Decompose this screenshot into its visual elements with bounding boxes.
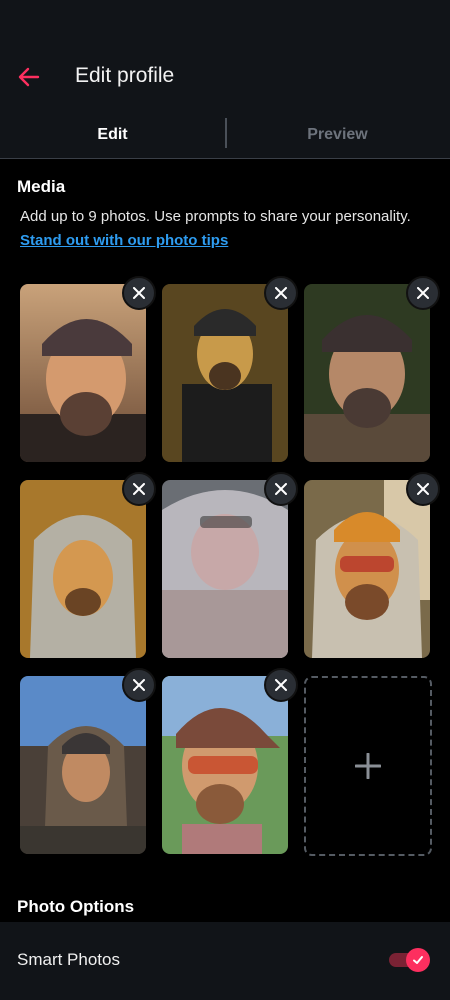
remove-photo-button-8[interactable] (264, 668, 298, 702)
checkmark-icon (413, 956, 423, 964)
close-icon (417, 483, 429, 495)
plus-icon (355, 753, 381, 779)
smart-photos-label: Smart Photos (17, 950, 120, 969)
photo-tips-link[interactable]: Stand out with our photo tips (20, 232, 228, 249)
close-icon (417, 287, 429, 299)
close-icon (275, 483, 287, 495)
app-header: Edit profile (0, 44, 450, 112)
status-bar (0, 0, 450, 44)
photo-slot-3[interactable] (304, 276, 440, 462)
close-icon (133, 679, 145, 691)
close-icon (133, 287, 145, 299)
remove-photo-button-1[interactable] (122, 276, 156, 310)
remove-photo-button-7[interactable] (122, 668, 156, 702)
close-icon (275, 679, 287, 691)
tab-bar: Edit Preview (0, 112, 450, 159)
page-title: Edit profile (75, 64, 175, 87)
remove-photo-button-3[interactable] (406, 276, 440, 310)
media-title: Media (17, 177, 66, 196)
smart-photos-row: Smart Photos (0, 922, 450, 1000)
photo-slot-1[interactable] (20, 276, 156, 462)
photo-slot-4[interactable] (20, 472, 156, 658)
back-arrow-icon (18, 67, 40, 87)
profile-photo-2[interactable] (162, 284, 288, 462)
tab-preview[interactable]: Preview (225, 112, 450, 158)
remove-photo-button-2[interactable] (264, 276, 298, 310)
photo-grid (0, 276, 450, 864)
media-section: Media Add up to 9 photos. Use prompts to… (0, 177, 450, 250)
tab-divider (225, 118, 227, 148)
profile-photo-8[interactable] (162, 676, 288, 854)
toggle-knob (406, 948, 430, 972)
media-description: Add up to 9 photos. Use prompts to share… (20, 208, 411, 225)
close-icon (275, 287, 287, 299)
profile-photo-6[interactable] (304, 480, 430, 658)
remove-photo-button-4[interactable] (122, 472, 156, 506)
profile-photo-3[interactable] (304, 284, 430, 462)
photo-slot-5[interactable] (162, 472, 298, 658)
add-photo-button[interactable] (304, 676, 432, 856)
smart-photos-toggle[interactable] (389, 948, 431, 972)
photo-options-title: Photo Options (17, 897, 135, 916)
profile-photo-1[interactable] (20, 284, 146, 462)
tab-edit[interactable]: Edit (0, 112, 225, 158)
remove-photo-button-5[interactable] (264, 472, 298, 506)
photo-slot-8[interactable] (162, 668, 298, 854)
profile-photo-5[interactable] (162, 480, 288, 658)
close-icon (133, 483, 145, 495)
photo-slot-6[interactable] (304, 472, 440, 658)
photo-slot-7[interactable] (20, 668, 156, 854)
remove-photo-button-6[interactable] (406, 472, 440, 506)
photo-slot-2[interactable] (162, 276, 298, 462)
profile-photo-7[interactable] (20, 676, 146, 854)
back-button[interactable] (14, 62, 44, 92)
profile-photo-4[interactable] (20, 480, 146, 658)
